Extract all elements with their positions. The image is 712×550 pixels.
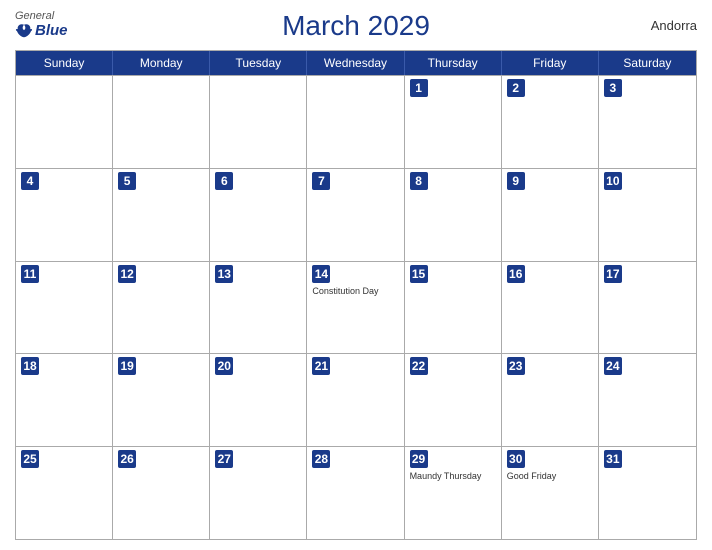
day-cell-empty-0 — [16, 76, 113, 168]
day-header-monday: Monday — [113, 51, 210, 75]
day-number: 12 — [118, 265, 136, 283]
day-cell-28: 28 — [307, 447, 404, 539]
day-header-saturday: Saturday — [599, 51, 696, 75]
day-number: 30 — [507, 450, 525, 468]
week-row-3: 11 12 13 14 Constitution Day 15 16 17 — [16, 261, 696, 354]
logo-bird-icon — [15, 23, 33, 39]
holiday-label: Good Friday — [507, 471, 593, 482]
day-number: 25 — [21, 450, 39, 468]
day-header-sunday: Sunday — [16, 51, 113, 75]
calendar-header: General Blue March 2029 Andorra — [15, 10, 697, 42]
day-number: 9 — [507, 172, 525, 190]
day-number: 31 — [604, 450, 622, 468]
day-number: 6 — [215, 172, 233, 190]
day-number: 23 — [507, 357, 525, 375]
day-number: 14 — [312, 265, 330, 283]
day-number: 26 — [118, 450, 136, 468]
day-cell-30: 30 Good Friday — [502, 447, 599, 539]
day-cell-19: 19 — [113, 354, 210, 446]
day-number: 4 — [21, 172, 39, 190]
day-number: 3 — [604, 79, 622, 97]
day-cell-26: 26 — [113, 447, 210, 539]
day-cell-29: 29 Maundy Thursday — [405, 447, 502, 539]
day-number: 8 — [410, 172, 428, 190]
day-number: 2 — [507, 79, 525, 97]
day-number: 13 — [215, 265, 233, 283]
day-cell-empty-3 — [307, 76, 404, 168]
day-number: 20 — [215, 357, 233, 375]
day-cell-3: 3 — [599, 76, 696, 168]
day-cell-27: 27 — [210, 447, 307, 539]
logo-general: General — [15, 10, 54, 22]
day-number: 1 — [410, 79, 428, 97]
day-header-friday: Friday — [502, 51, 599, 75]
day-number: 19 — [118, 357, 136, 375]
day-cell-7: 7 — [307, 169, 404, 261]
day-number: 11 — [21, 265, 39, 283]
calendar-container: General Blue March 2029 Andorra SundayMo… — [0, 0, 712, 550]
calendar-title: March 2029 — [282, 10, 430, 42]
day-cell-17: 17 — [599, 262, 696, 354]
country-label: Andorra — [651, 18, 697, 33]
week-row-4: 18 19 20 21 22 23 24 — [16, 353, 696, 446]
logo-blue-text: Blue — [35, 22, 68, 39]
day-number: 27 — [215, 450, 233, 468]
day-headers-row: SundayMondayTuesdayWednesdayThursdayFrid… — [16, 51, 696, 75]
day-number: 7 — [312, 172, 330, 190]
day-number: 18 — [21, 357, 39, 375]
day-cell-2: 2 — [502, 76, 599, 168]
day-cell-14: 14 Constitution Day — [307, 262, 404, 354]
logo-general-text: General — [15, 10, 54, 22]
day-number: 17 — [604, 265, 622, 283]
day-number: 28 — [312, 450, 330, 468]
weeks-container: 1234567891011121314Constitution Day15161… — [16, 75, 696, 539]
day-header-wednesday: Wednesday — [307, 51, 404, 75]
day-cell-1: 1 — [405, 76, 502, 168]
day-cell-15: 15 — [405, 262, 502, 354]
day-cell-empty-1 — [113, 76, 210, 168]
day-cell-31: 31 — [599, 447, 696, 539]
day-number: 24 — [604, 357, 622, 375]
day-cell-20: 20 — [210, 354, 307, 446]
day-number: 21 — [312, 357, 330, 375]
day-cell-empty-2 — [210, 76, 307, 168]
day-cell-11: 11 — [16, 262, 113, 354]
logo-blue: Blue — [15, 22, 68, 39]
day-cell-18: 18 — [16, 354, 113, 446]
day-cell-10: 10 — [599, 169, 696, 261]
day-cell-4: 4 — [16, 169, 113, 261]
day-cell-23: 23 — [502, 354, 599, 446]
day-cell-16: 16 — [502, 262, 599, 354]
day-cell-21: 21 — [307, 354, 404, 446]
day-number: 5 — [118, 172, 136, 190]
day-header-tuesday: Tuesday — [210, 51, 307, 75]
week-row-1: 1 2 3 — [16, 75, 696, 168]
day-cell-9: 9 — [502, 169, 599, 261]
day-cell-5: 5 — [113, 169, 210, 261]
day-cell-13: 13 — [210, 262, 307, 354]
day-number: 10 — [604, 172, 622, 190]
day-number: 22 — [410, 357, 428, 375]
calendar-grid: SundayMondayTuesdayWednesdayThursdayFrid… — [15, 50, 697, 540]
day-header-thursday: Thursday — [405, 51, 502, 75]
day-cell-8: 8 — [405, 169, 502, 261]
week-row-5: 25 26 27 28 29 Maundy Thursday 30 Good Friday 31 — [16, 446, 696, 539]
day-cell-24: 24 — [599, 354, 696, 446]
day-cell-12: 12 — [113, 262, 210, 354]
holiday-label: Maundy Thursday — [410, 471, 496, 482]
holiday-label: Constitution Day — [312, 286, 398, 297]
day-number: 16 — [507, 265, 525, 283]
day-cell-22: 22 — [405, 354, 502, 446]
day-cell-6: 6 — [210, 169, 307, 261]
logo: General Blue — [15, 10, 68, 39]
day-cell-25: 25 — [16, 447, 113, 539]
week-row-2: 4 5 6 7 8 9 10 — [16, 168, 696, 261]
day-number: 29 — [410, 450, 428, 468]
day-number: 15 — [410, 265, 428, 283]
